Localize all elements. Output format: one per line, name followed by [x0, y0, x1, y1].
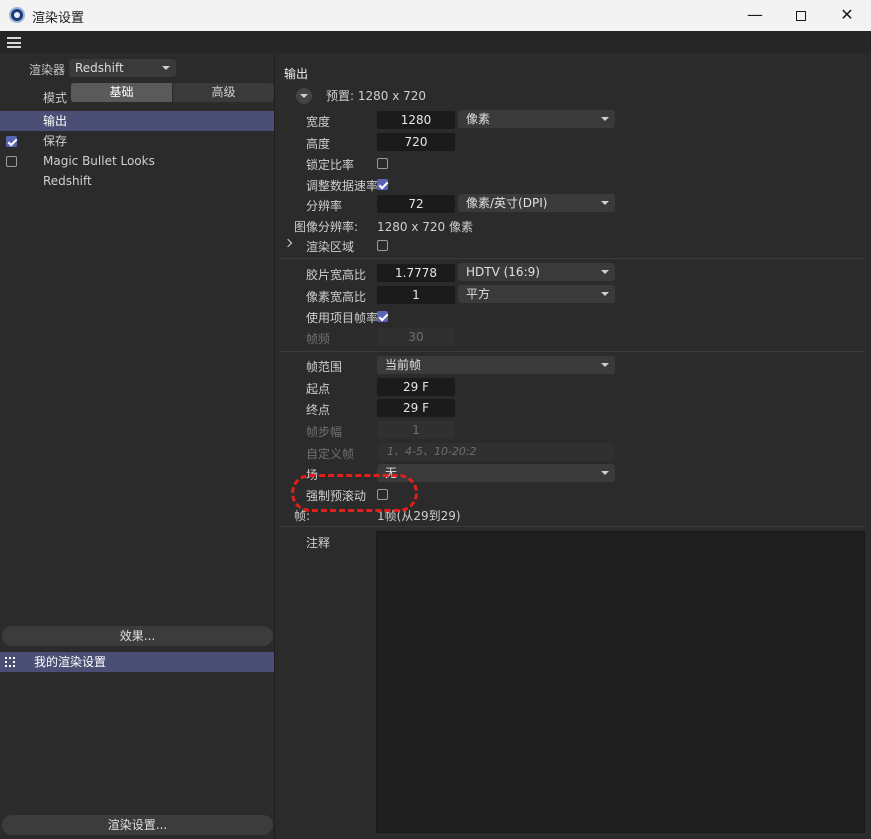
pixel-aspect-input[interactable]: 1: [377, 286, 455, 304]
resolution-unit-dropdown[interactable]: 像素/英寸(DPI): [458, 194, 615, 212]
maximize-button[interactable]: [778, 0, 824, 31]
expand-arrow-icon[interactable]: [283, 238, 293, 248]
magic-bullet-checkbox[interactable]: [6, 156, 17, 167]
title-bar: 渲染设置 — ✕: [0, 0, 871, 31]
adjust-data-rate-label: 调整数据速率: [306, 179, 379, 193]
fps-label: 帧频: [306, 332, 331, 346]
mode-label: 模式: [43, 91, 68, 105]
width-label: 宽度: [306, 115, 331, 129]
chevron-down-icon: [601, 270, 609, 274]
effects-button[interactable]: 效果...: [2, 626, 273, 646]
section-title: 输出: [284, 67, 309, 81]
list-item-label: 保存: [43, 134, 68, 148]
notes-label: 注释: [306, 536, 331, 550]
list-item-redshift[interactable]: Redshift: [0, 171, 274, 191]
separator: [280, 526, 864, 527]
pixel-aspect-label: 像素宽高比: [306, 290, 367, 304]
list-item-output[interactable]: 输出: [0, 111, 274, 131]
left-panel: 渲染器 Redshift 模式 基础 高级 输出 保存 Magic Bullet…: [0, 53, 275, 839]
lock-ratio-label: 锁定比率: [306, 158, 355, 172]
renderer-value: Redshift: [75, 61, 124, 75]
custom-frames-label: 自定义帧: [306, 447, 355, 461]
image-resolution-label: 图像分辨率:: [294, 220, 359, 234]
width-input[interactable]: 1280: [377, 111, 455, 129]
list-item-label: 输出: [43, 114, 68, 128]
list-item-save[interactable]: 保存: [0, 131, 274, 151]
height-input[interactable]: 720: [377, 133, 455, 151]
preset-item-label: 我的渲染设置: [34, 655, 107, 669]
hamburger-menu-icon[interactable]: [7, 37, 21, 48]
chevron-down-icon: [601, 117, 609, 121]
film-aspect-input[interactable]: 1.7778: [377, 264, 455, 282]
list-item-magic-bullet-looks[interactable]: Magic Bullet Looks: [0, 151, 274, 171]
preset-label: 预置: 1280 x 720: [326, 89, 427, 103]
mode-basic-button[interactable]: 基础: [71, 83, 172, 102]
highlight-annotation: [291, 474, 418, 512]
preset-dropdown-icon[interactable]: [296, 88, 312, 104]
chevron-down-icon: [601, 201, 609, 205]
end-input[interactable]: 29 F: [377, 399, 455, 417]
resolution-input[interactable]: 72: [377, 195, 455, 213]
end-label: 终点: [306, 403, 331, 417]
frame-range-label: 帧范围: [306, 360, 343, 374]
cinema4d-app-icon: [9, 7, 25, 23]
pixel-aspect-dropdown[interactable]: 平方: [458, 285, 615, 303]
image-resolution-value: 1280 x 720 像素: [377, 220, 473, 234]
custom-frames-input: 1、4-5、10-20:2: [377, 443, 615, 461]
height-label: 高度: [306, 137, 331, 151]
close-button[interactable]: ✕: [824, 0, 870, 31]
maximize-icon: [796, 10, 806, 21]
use-project-fps-label: 使用项目帧率: [306, 311, 379, 325]
resolution-unit-value: 像素/英寸(DPI): [466, 196, 548, 210]
frame-range-value: 当前帧: [385, 358, 422, 372]
chevron-down-icon: [601, 292, 609, 296]
mode-advanced-button[interactable]: 高级: [173, 83, 274, 102]
output-panel: 输出 预置: 1280 x 720 宽度 1280 像素 高度 720 锁定比率…: [276, 53, 871, 839]
renderer-label: 渲染器: [29, 63, 66, 77]
separator: [280, 351, 864, 352]
preset-item-my-render-settings[interactable]: 我的渲染设置: [0, 652, 274, 672]
pixel-aspect-preset: 平方: [466, 287, 491, 301]
frame-range-dropdown[interactable]: 当前帧: [377, 356, 615, 374]
list-item-label: Redshift: [43, 174, 92, 188]
width-unit-value: 像素: [466, 112, 491, 126]
film-aspect-label: 胶片宽高比: [306, 268, 367, 282]
render-region-checkbox[interactable]: [377, 240, 388, 251]
start-input[interactable]: 29 F: [377, 378, 455, 396]
minimize-button[interactable]: —: [732, 0, 778, 31]
window-title: 渲染设置: [32, 11, 85, 26]
list-item-label: Magic Bullet Looks: [43, 154, 155, 168]
chevron-down-icon: [162, 66, 170, 70]
resolution-label: 分辨率: [306, 199, 343, 213]
menu-bar: [0, 31, 871, 53]
lock-ratio-checkbox[interactable]: [377, 158, 388, 169]
width-unit-dropdown[interactable]: 像素: [458, 110, 615, 128]
frame-step-input: 1: [377, 421, 455, 439]
render-region-label: 渲染区域: [306, 240, 355, 254]
fps-input: 30: [377, 328, 455, 346]
renderer-dropdown[interactable]: Redshift: [69, 59, 176, 77]
render-preset-icon: [5, 657, 15, 667]
frame-step-label: 帧步幅: [306, 425, 343, 439]
start-label: 起点: [306, 382, 331, 396]
separator: [280, 258, 864, 259]
film-aspect-dropdown[interactable]: HDTV (16:9): [458, 263, 615, 281]
render-settings-button[interactable]: 渲染设置...: [2, 815, 273, 835]
adjust-data-rate-checkbox[interactable]: [377, 179, 388, 190]
film-aspect-preset: HDTV (16:9): [466, 265, 540, 279]
chevron-down-icon: [601, 471, 609, 475]
chevron-down-icon: [601, 363, 609, 367]
use-project-fps-checkbox[interactable]: [377, 311, 388, 322]
save-checkbox[interactable]: [6, 136, 17, 147]
notes-textarea[interactable]: [376, 531, 865, 833]
